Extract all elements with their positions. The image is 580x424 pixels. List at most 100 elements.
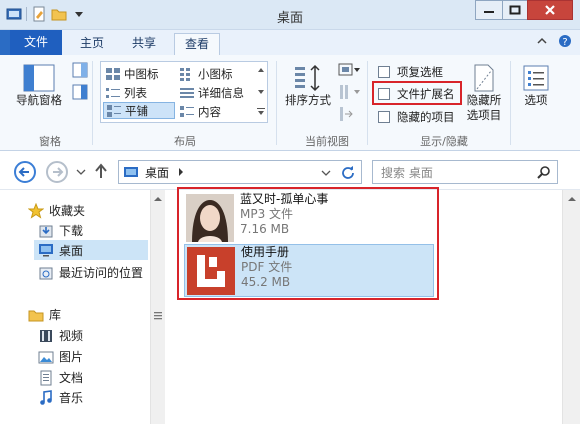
scroll-up-icon[interactable] xyxy=(568,196,576,202)
nav-favorites-label: 收藏夹 xyxy=(49,204,86,218)
details-icon xyxy=(180,87,194,98)
files-highlight xyxy=(177,187,439,300)
nav-item-favorites[interactable]: 收藏夹 xyxy=(28,202,85,219)
forward-button[interactable] xyxy=(46,161,68,183)
tab-home[interactable]: 主页 xyxy=(70,33,114,55)
nav-item-libraries[interactable]: 库 xyxy=(28,306,61,323)
list-icon xyxy=(106,87,120,98)
group-separator xyxy=(92,61,93,145)
options-label: 选项 xyxy=(524,93,548,107)
maximize-icon xyxy=(509,5,521,15)
layout-details[interactable]: 详细信息 xyxy=(179,84,244,101)
nav-item-recent-places[interactable]: 最近访问的位置 xyxy=(38,264,143,281)
svg-text:?: ? xyxy=(562,37,567,48)
item-checkboxes-checkbox[interactable] xyxy=(378,65,390,78)
properties-icon[interactable] xyxy=(31,6,47,22)
hide-selected-icon xyxy=(474,64,494,92)
libraries-icon xyxy=(28,310,44,321)
nav-item-desktop[interactable]: 桌面 xyxy=(34,240,148,260)
nav-item-pictures[interactable]: 图片 xyxy=(38,348,83,365)
recent-places-icon xyxy=(39,267,53,279)
address-field[interactable]: 桌面 xyxy=(118,160,362,184)
show-hide-group-label: 显示/隐藏 xyxy=(420,135,468,148)
recent-locations-dropdown-icon[interactable] xyxy=(76,168,86,176)
address-bar-row: 桌面 搜索 桌面 xyxy=(0,152,580,190)
breadcrumb-chevron-icon[interactable] xyxy=(177,167,185,177)
quick-access-toolbar xyxy=(6,6,87,22)
add-columns-button[interactable] xyxy=(338,83,362,100)
close-button[interactable] xyxy=(527,0,573,20)
size-columns-button[interactable] xyxy=(338,105,354,122)
details-pane-button[interactable] xyxy=(72,83,88,100)
address-location[interactable]: 桌面 xyxy=(145,164,169,181)
tab-share[interactable]: 共享 xyxy=(122,33,166,55)
nav-desktop-label: 桌面 xyxy=(59,243,84,258)
scroll-up-icon[interactable] xyxy=(154,196,162,202)
nav-item-music[interactable]: 音乐 xyxy=(38,389,83,406)
minimize-button[interactable] xyxy=(475,0,503,20)
hidden-items-checkbox[interactable] xyxy=(378,110,390,123)
layout-tiles-label: 平铺 xyxy=(125,103,148,118)
panes-group-label: 窗格 xyxy=(39,135,61,148)
hidden-items-option[interactable]: 隐藏的项目 xyxy=(378,108,455,125)
navigation-pane-scrollbar[interactable] xyxy=(150,190,165,424)
options-button[interactable]: 选项 xyxy=(516,63,556,108)
tabs-right-controls: ? xyxy=(536,34,572,48)
nav-item-videos[interactable]: 视频 xyxy=(38,327,83,344)
layout-content-label: 内容 xyxy=(198,104,221,119)
item-checkboxes-option[interactable]: 项复选框 xyxy=(378,63,443,80)
refresh-icon[interactable] xyxy=(341,165,355,179)
layout-small-icons[interactable]: 小图标 xyxy=(179,65,233,82)
scroll-grip-icon[interactable] xyxy=(154,312,162,320)
tab-file[interactable]: 文件 xyxy=(10,30,62,55)
search-box[interactable]: 搜索 桌面 xyxy=(372,160,558,184)
back-arrow-icon xyxy=(18,167,29,177)
qat-dropdown-icon[interactable] xyxy=(71,6,87,22)
layout-gallery: 中图标 小图标 列表 详细信息 平铺 内容 xyxy=(100,61,268,123)
file-extensions-highlight xyxy=(372,81,462,105)
navigation-pane: 收藏夹 下载 桌面 最近访问的位置 库 视频 图片 文档 音乐 xyxy=(0,190,150,424)
tiles-icon xyxy=(107,104,121,117)
layout-medium-icons[interactable]: 中图标 xyxy=(105,65,159,82)
navigation-pane-button[interactable]: 导航窗格 xyxy=(8,63,70,108)
qat-separator xyxy=(26,7,27,21)
ribbon-tabs: 文件 主页 共享 查看 ? xyxy=(0,30,580,55)
maximize-button[interactable] xyxy=(502,0,528,20)
gallery-scroll-arrows-icon xyxy=(257,68,265,115)
pictures-icon xyxy=(38,351,54,363)
layout-medium-icons-label: 中图标 xyxy=(124,66,159,81)
window-icon[interactable] xyxy=(6,6,22,22)
sort-by-icon xyxy=(295,64,320,92)
collapse-ribbon-icon[interactable] xyxy=(536,35,548,47)
layout-list-label: 列表 xyxy=(124,85,147,100)
layout-list[interactable]: 列表 xyxy=(105,84,147,101)
address-dropdown-icon[interactable] xyxy=(321,169,331,177)
documents-icon xyxy=(40,370,52,385)
star-icon xyxy=(28,202,44,219)
medium-icons-icon xyxy=(106,67,120,80)
group-by-button[interactable] xyxy=(338,61,362,78)
details-pane-icon xyxy=(72,84,88,99)
tab-view[interactable]: 查看 xyxy=(174,33,220,55)
up-arrow-icon[interactable] xyxy=(94,163,108,179)
nav-item-downloads[interactable]: 下载 xyxy=(38,222,83,239)
add-columns-icon xyxy=(340,84,360,99)
nav-item-documents[interactable]: 文档 xyxy=(38,369,83,386)
layout-tiles[interactable]: 平铺 xyxy=(103,102,175,119)
preview-pane-button[interactable] xyxy=(72,61,88,78)
file-list-scrollbar[interactable] xyxy=(562,190,580,424)
music-icon xyxy=(40,389,52,405)
layout-gallery-scroll[interactable] xyxy=(256,64,266,120)
help-icon[interactable]: ? xyxy=(558,34,572,48)
forward-arrow-icon xyxy=(53,167,64,177)
hide-selected-items-button[interactable]: 隐藏所选项目 xyxy=(462,63,506,123)
small-icons-icon xyxy=(180,67,190,81)
desktop-icon xyxy=(39,244,53,257)
group-by-icon xyxy=(338,63,360,75)
back-button[interactable] xyxy=(14,161,36,183)
search-icon[interactable] xyxy=(537,165,551,179)
sort-by-button[interactable]: 排序方式 xyxy=(280,63,336,108)
new-folder-icon[interactable] xyxy=(51,6,67,22)
nav-pictures-label: 图片 xyxy=(59,350,84,364)
layout-content[interactable]: 内容 xyxy=(179,103,221,120)
